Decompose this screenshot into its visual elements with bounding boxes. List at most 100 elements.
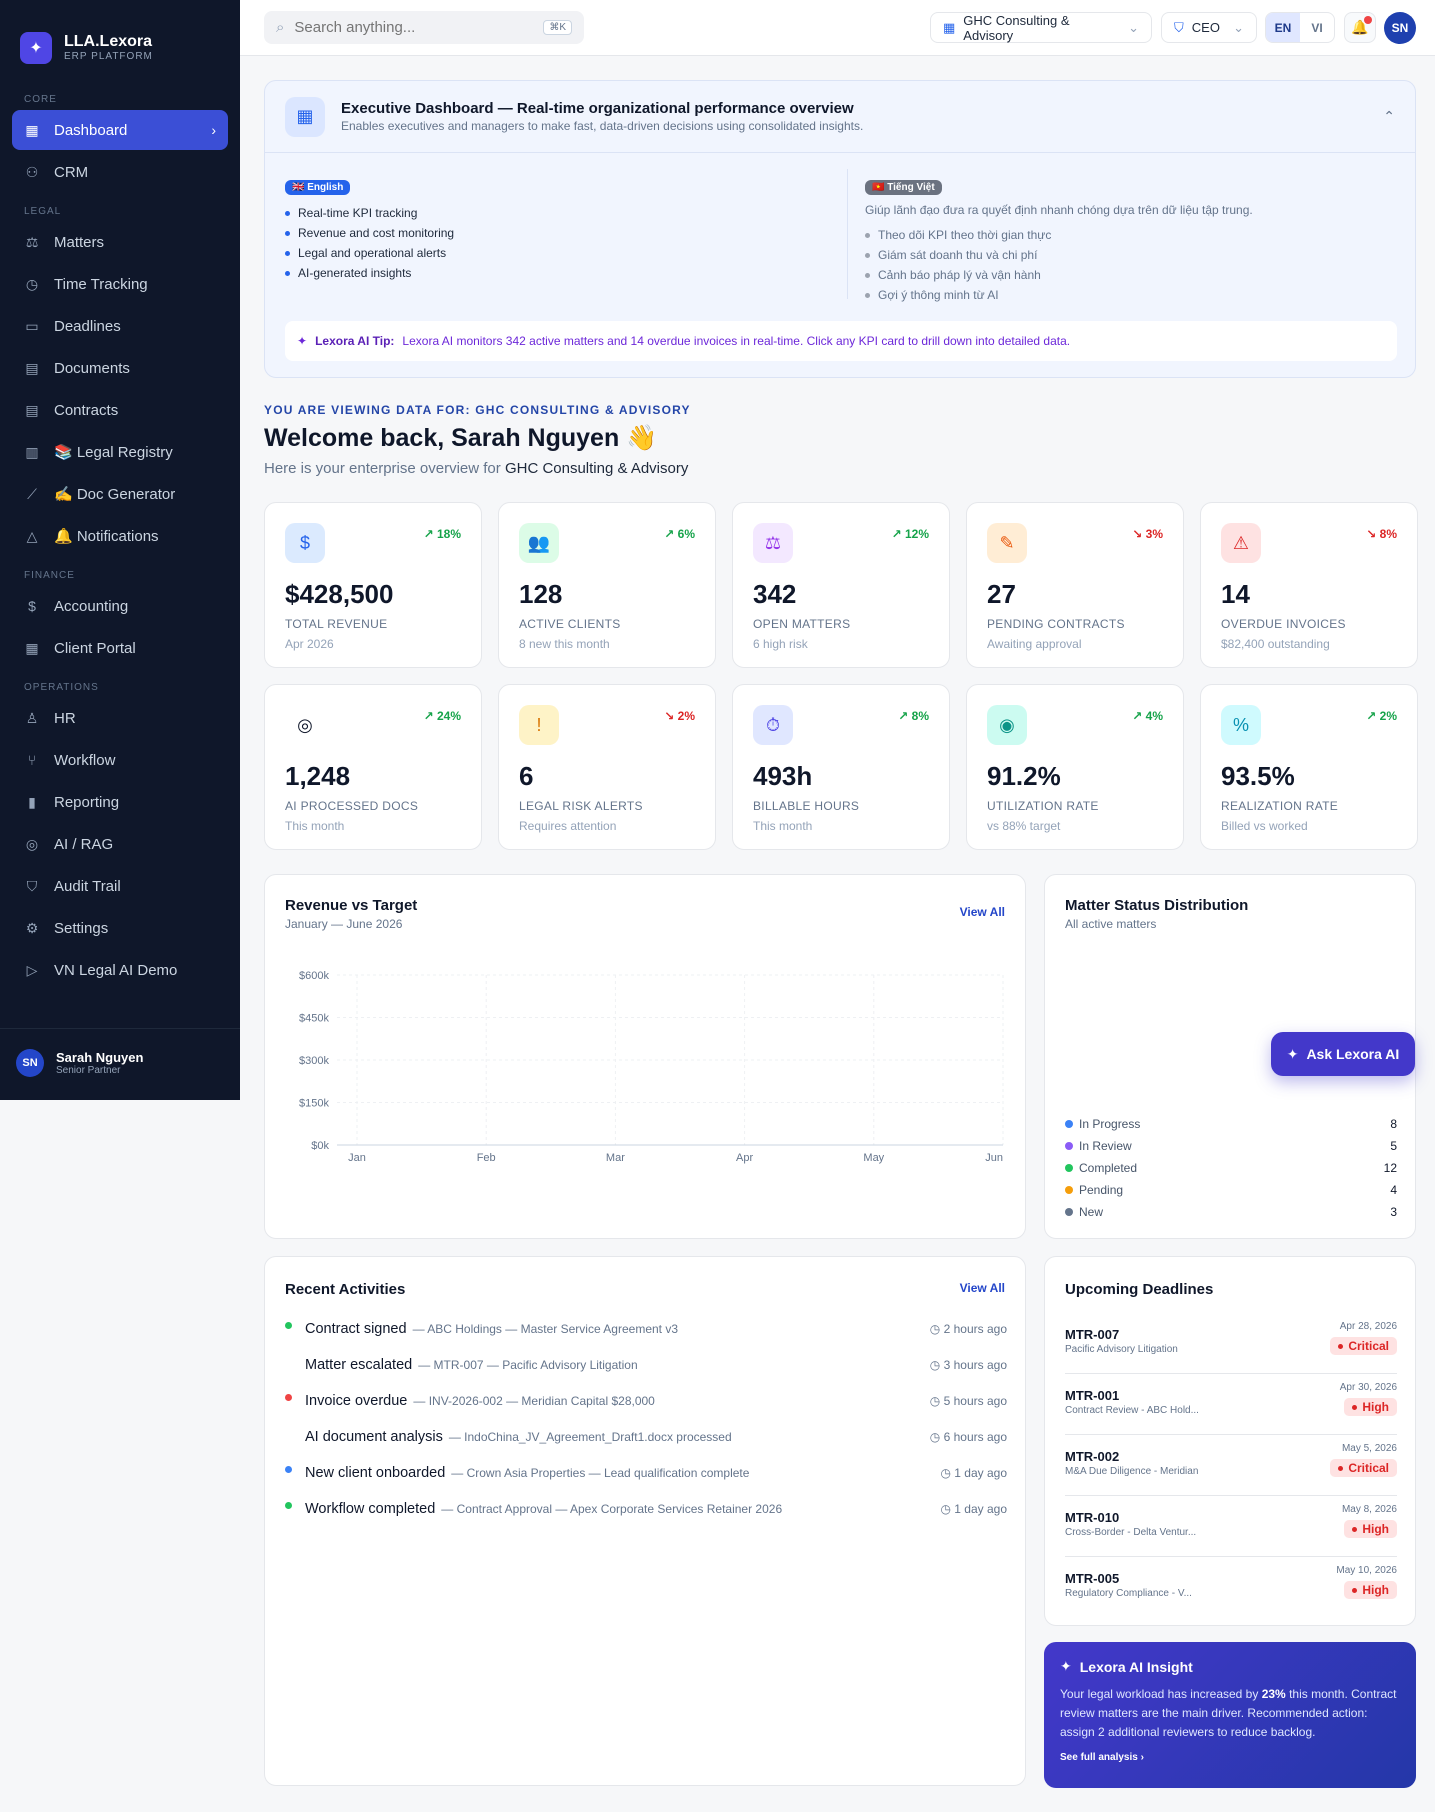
deadline-item[interactable]: MTR-001 Contract Review - ABC Hold... Apr … — [1065, 1374, 1397, 1435]
kpi-card-pending-contracts[interactable]: ✎ ↘ 3% 27 PENDING CONTRACTS Awaiting approva… — [966, 502, 1184, 668]
bullet — [285, 270, 290, 276]
status-legend-item: Pending 4 — [1065, 1183, 1397, 1197]
view-all-link[interactable]: View All — [960, 905, 1005, 919]
vietnamese-summary: 🇻🇳 Tiếng Việt Giúp lãnh đạo đưa ra quyết… — [865, 177, 1405, 305]
sidebar-item-settings[interactable]: ⚙ Settings — [12, 908, 228, 948]
sidebar-item-client-portal[interactable]: ▦ Client Portal — [12, 628, 228, 668]
kpi-label: AI PROCESSED DOCS — [285, 799, 419, 813]
view-all-activities-link[interactable]: View All — [960, 1281, 1005, 1295]
kpi-card-billable-hours[interactable]: ⏱ ↗ 8% 493h BILLABLE HOURS This month — [732, 684, 950, 850]
status-label: In Review — [1079, 1139, 1132, 1153]
sidebar-item-ai-rag[interactable]: ◎ AI / RAG — [12, 824, 228, 864]
sidebar-item-accounting[interactable]: $ Accounting — [12, 586, 228, 626]
kpi-card-utilization-rate[interactable]: ◉ ↗ 4% 91.2% UTILIZATION RATE vs 88% target — [966, 684, 1184, 850]
priority-label: High — [1362, 1522, 1389, 1536]
overview-prefix: Here is your enterprise overview for — [264, 460, 501, 477]
priority-label: High — [1362, 1583, 1389, 1597]
sidebar-item-time-tracking[interactable]: ◷ Time Tracking — [12, 264, 228, 304]
brand[interactable]: ✦ LLA.Lexora ERP PLATFORM — [0, 0, 240, 76]
users-icon: ⚇ — [25, 163, 39, 180]
sidebar-item-documents[interactable]: ▤ Documents — [12, 348, 228, 388]
ask-lexora-button[interactable]: ✦ Ask Lexora AI — [1271, 1032, 1415, 1076]
kpi-icon: ◉ — [987, 705, 1027, 745]
notifications-button[interactable]: 🔔 — [1344, 12, 1376, 43]
activity-item[interactable]: AI document analysis — IndoChina_JV_Agree… — [285, 1425, 1007, 1449]
sidebar-item-vn-legal-ai-demo[interactable]: ▷ VN Legal AI Demo — [12, 950, 228, 990]
time-text: 1 day ago — [954, 1502, 1007, 1516]
kpi-subtext: Billed vs worked — [1221, 819, 1308, 833]
status-dot — [1065, 1142, 1073, 1150]
chart-subtitle: January — June 2026 — [285, 917, 403, 931]
sidebar-item-label: Workflow — [54, 751, 116, 769]
company-selector[interactable]: ▦ GHC Consulting & Advisory ⌄ — [930, 12, 1152, 43]
lang-vi-button[interactable]: VI — [1300, 13, 1334, 42]
sidebar-item-legal-registry[interactable]: ▥ 📚 Legal Registry — [12, 432, 228, 472]
sidebar-item-audit-trail[interactable]: ⛉ Audit Trail — [12, 866, 228, 906]
x-tick-label: May — [863, 1152, 884, 1164]
kpi-card-ai-processed-docs[interactable]: ◎ ↗ 24% 1,248 AI PROCESSED DOCS This month — [264, 684, 482, 850]
sidebar-item-doc-generator[interactable]: ⟋ ✍️ Doc Generator — [12, 474, 228, 514]
clock-icon: ◷ — [929, 1358, 944, 1372]
activity-item[interactable]: Matter escalated — MTR-007 — Pacific Advi… — [285, 1353, 1007, 1377]
sidebar-item-deadlines[interactable]: ▭ Deadlines — [12, 306, 228, 346]
kpi-label: LEGAL RISK ALERTS — [519, 799, 643, 813]
user-avatar-button[interactable]: SN — [1384, 12, 1416, 44]
kpi-card-legal-risk-alerts[interactable]: ! ↘ 2% 6 LEGAL RISK ALERTS Requires attentio… — [498, 684, 716, 850]
activity-detail: — INV-2026-002 — Meridian Capital $28,00… — [413, 1394, 655, 1408]
clock-icon: ◷ — [929, 1322, 944, 1336]
role-selector[interactable]: ⛉ CEO ⌄ — [1161, 12, 1257, 43]
sidebar-item-reporting[interactable]: ▮ Reporting — [12, 782, 228, 822]
see-full-analysis-link[interactable]: See full analysis › — [1060, 1752, 1400, 1763]
sidebar-item-workflow[interactable]: ⑂ Workflow — [12, 740, 228, 780]
trend-badge: ↗ 6% — [664, 527, 695, 541]
activity-item[interactable]: Contract signed — ABC Holdings — Master S… — [285, 1317, 1007, 1341]
trend-badge: ↘ 3% — [1132, 527, 1163, 541]
kpi-label: BILLABLE HOURS — [753, 799, 860, 813]
search-input[interactable] — [294, 19, 534, 36]
workflow-icon: ⑂ — [27, 752, 37, 768]
kpi-card-total-revenue[interactable]: $ ↗ 18% $428,500 TOTAL REVENUE Apr 2026 — [264, 502, 482, 668]
status-dot — [285, 1465, 292, 1473]
sidebar-item-notifications[interactable]: △ 🔔 Notifications — [12, 516, 228, 556]
kpi-card-active-clients[interactable]: 👥 ↗ 6% 128 ACTIVE CLIENTS 8 new this month — [498, 502, 716, 668]
deadline-item[interactable]: MTR-007 Pacific Advisory Litigation Apr 28… — [1065, 1313, 1397, 1374]
lang-en-button[interactable]: EN — [1266, 13, 1300, 42]
list-item-text: AI-generated insights — [298, 266, 412, 280]
insight-body: Your legal workload has increased by 23%… — [1060, 1685, 1400, 1742]
sidebar-item-label: VN Legal AI Demo — [54, 961, 178, 979]
kpi-icon: ! — [519, 705, 559, 745]
deadline-item[interactable]: MTR-010 Cross-Border - Delta Ventur... May… — [1065, 1496, 1397, 1557]
sidebar-item-contracts[interactable]: ▤ Contracts — [12, 390, 228, 430]
list-item: Legal and operational alerts — [285, 243, 825, 263]
vietnamese-intro: Giúp lãnh đạo đưa ra quyết định nhanh ch… — [865, 203, 1253, 217]
status-dot — [285, 1501, 292, 1509]
overview-company: GHC Consulting & Advisory — [504, 460, 689, 477]
sidebar-item-dashboard[interactable]: ▦ Dashboard › — [12, 110, 228, 150]
deadline-desc: Pacific Advisory Litigation — [1065, 1344, 1178, 1355]
kpi-icon: $ — [285, 523, 325, 563]
sidebar-item-hr[interactable]: ♙ HR — [12, 698, 228, 738]
trend-badge: ↗ 2% — [1366, 709, 1397, 723]
bullet — [285, 250, 290, 256]
activity-item[interactable]: Workflow completed — Contract Approval — … — [285, 1497, 1007, 1521]
kpi-card-realization-rate[interactable]: % ↗ 2% 93.5% REALIZATION RATE Billed vs work… — [1200, 684, 1418, 850]
list-item-text: Revenue and cost monitoring — [298, 226, 455, 240]
kpi-card-overdue-invoices[interactable]: ⚠ ↘ 8% 14 OVERDUE INVOICES $82,400 outstandi… — [1200, 502, 1418, 668]
sidebar-user[interactable]: SN Sarah Nguyen Senior Partner — [0, 1028, 240, 1077]
activity-title: New client onboarded — [305, 1465, 446, 1481]
deadline-item[interactable]: MTR-005 Regulatory Compliance - V... May 1… — [1065, 1557, 1397, 1618]
sidebar-item-matters[interactable]: ⚖ Matters — [12, 222, 228, 262]
activity-item[interactable]: New client onboarded — Crown Asia Propert… — [285, 1461, 1007, 1485]
sidebar-item-crm[interactable]: ⚇ CRM — [12, 152, 228, 192]
executive-panel-header[interactable]: ▦ Executive Dashboard — Real-time organi… — [265, 81, 1415, 153]
status-legend-item: In Progress 8 — [1065, 1117, 1397, 1131]
search-box[interactable]: ⌕ ⌘K — [264, 11, 584, 44]
sidebar-item-label: CRM — [54, 163, 89, 181]
kpi-card-open-matters[interactable]: ⚖ ↗ 12% 342 OPEN MATTERS 6 high risk — [732, 502, 950, 668]
ai-tip-text: Lexora AI monitors 342 active matters an… — [402, 334, 1071, 348]
priority-dot — [1352, 1526, 1358, 1532]
list-item: Theo dõi KPI theo thời gian thực — [865, 225, 1405, 245]
chevron-up-icon[interactable]: ⌃ — [1383, 108, 1395, 125]
activity-item[interactable]: Invoice overdue — INV-2026-002 — Meridian… — [285, 1389, 1007, 1413]
deadline-item[interactable]: MTR-002 M&A Due Diligence - Meridian May 5… — [1065, 1435, 1397, 1496]
